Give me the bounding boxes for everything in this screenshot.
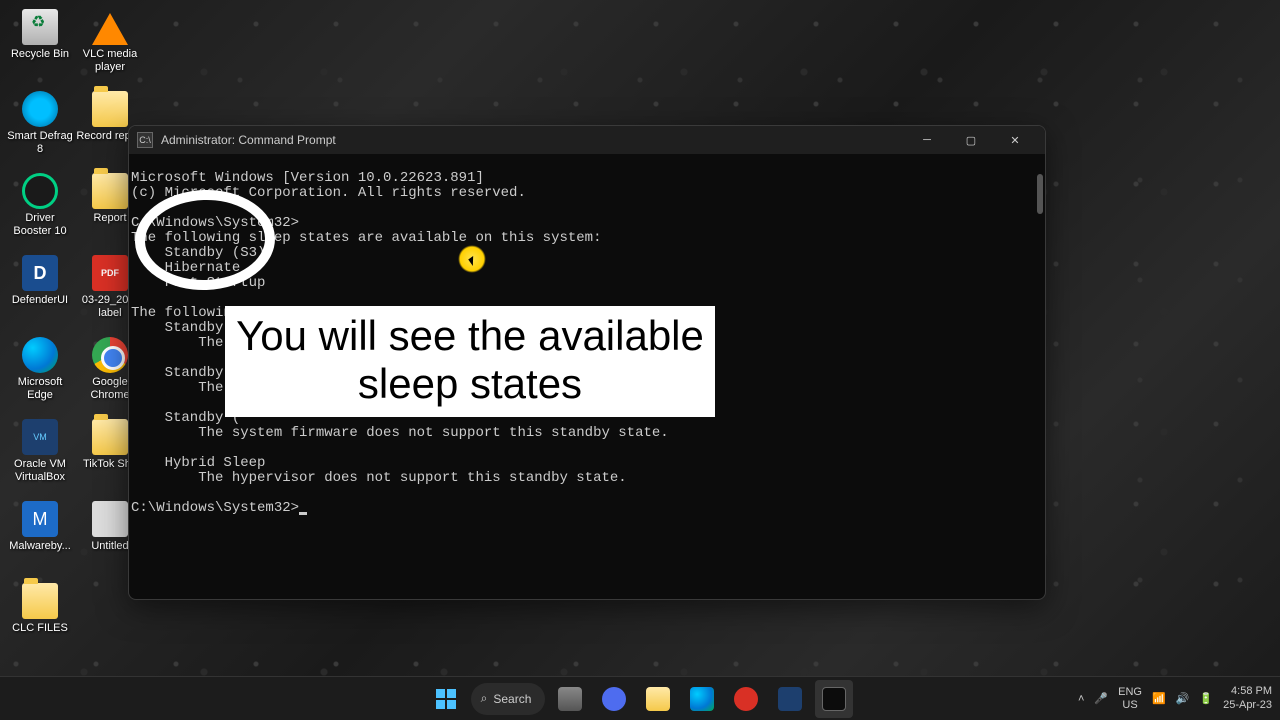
folder-icon xyxy=(92,173,128,209)
cmd-line: The s xyxy=(131,335,240,351)
cursor-highlight-icon xyxy=(458,245,486,273)
cmd-line: Microsoft Windows [Version 10.0.22623.89… xyxy=(131,170,484,186)
terminal-icon: C:\ xyxy=(137,132,153,148)
edge-browser-icon xyxy=(22,337,58,373)
file-icon xyxy=(92,501,128,537)
cmd-line: The s xyxy=(131,380,240,396)
cube-icon: VM xyxy=(22,419,58,455)
battery-icon[interactable]: 🔋 xyxy=(1199,692,1213,705)
defenderui-icon[interactable]: DDefenderUI xyxy=(5,251,75,333)
folder-icon xyxy=(92,91,128,127)
edge-browser-icon xyxy=(690,687,714,711)
cmd-line: C:\Windows\System32> xyxy=(131,500,299,516)
cmd-line: Hibernate xyxy=(131,260,240,276)
cube-icon xyxy=(778,687,802,711)
taskbar-app-booster[interactable] xyxy=(727,680,765,718)
cmd-line: The hypervisor does not support this sta… xyxy=(131,470,627,486)
cmd-titlebar[interactable]: C:\ Administrator: Command Prompt ─ ▢ ✕ xyxy=(129,126,1045,154)
cmd-line: Hybrid Sleep xyxy=(131,455,265,471)
cmd-title: Administrator: Command Prompt xyxy=(161,133,336,147)
desktop: Recycle Bin VLC media player Smart Defra… xyxy=(0,0,1280,720)
bin-icon xyxy=(22,9,58,45)
cmd-line: Standby (S3) xyxy=(131,245,265,261)
maximize-button[interactable]: ▢ xyxy=(949,126,993,154)
cmd-line: Standby ( xyxy=(131,320,240,336)
taskbar-app-cmd[interactable] xyxy=(815,680,853,718)
language-indicator[interactable]: ENG US xyxy=(1118,686,1142,710)
folder-icon xyxy=(22,583,58,619)
clc-folder-icon[interactable]: CLC FILES xyxy=(5,579,75,661)
cone-icon xyxy=(92,9,128,45)
annotation-box: You will see the available sleep states xyxy=(225,306,715,417)
cmd-line: Fast Startup xyxy=(131,275,265,291)
circle-icon xyxy=(22,173,58,209)
virtualbox-icon[interactable]: VMOracle VM VirtualBox xyxy=(5,415,75,497)
cmd-line: C:\Windows\System32> xyxy=(131,215,299,231)
cmd-line: Standby ( xyxy=(131,410,240,426)
chat-icon xyxy=(602,687,626,711)
text-cursor xyxy=(299,512,307,515)
edge-icon[interactable]: Microsoft Edge xyxy=(5,333,75,415)
taskbar[interactable]: ⌕ Search ˄ 🎤 ENG US 📶 🔊 🔋 xyxy=(0,676,1280,720)
cmd-line: The following sleep states are available… xyxy=(131,230,601,246)
folder-icon xyxy=(646,687,670,711)
gear-icon xyxy=(734,687,758,711)
shield-icon: D xyxy=(22,255,58,291)
clock[interactable]: 4:58 PM 25-Apr-23 xyxy=(1223,685,1272,711)
task-view-button[interactable] xyxy=(551,680,589,718)
wifi-icon[interactable]: 📶 xyxy=(1152,692,1166,705)
pdf-icon: PDF xyxy=(92,255,128,291)
malwarebytes-icon[interactable]: MMalwareby... xyxy=(5,497,75,579)
smart-defrag-icon[interactable]: Smart Defrag 8 xyxy=(5,87,75,169)
start-button[interactable] xyxy=(427,680,465,718)
minimize-button[interactable]: ─ xyxy=(905,126,949,154)
cmd-line: (c) Microsoft Corporation. All rights re… xyxy=(131,185,526,201)
taskbar-app-explorer[interactable] xyxy=(639,680,677,718)
folder-icon xyxy=(92,419,128,455)
recycle-bin-icon[interactable]: Recycle Bin xyxy=(5,5,75,87)
driver-booster-icon[interactable]: Driver Booster 10 xyxy=(5,169,75,251)
taskbar-app-vbox[interactable] xyxy=(771,680,809,718)
taskview-icon xyxy=(558,687,582,711)
volume-icon[interactable]: 🔊 xyxy=(1176,692,1190,705)
cmd-line: Standby ( xyxy=(131,365,240,381)
search-icon: ⌕ xyxy=(481,691,488,706)
taskbar-app-edge[interactable] xyxy=(683,680,721,718)
cmd-line: The system firmware does not support thi… xyxy=(131,425,669,441)
chrome-browser-icon xyxy=(92,337,128,373)
terminal-icon xyxy=(822,687,846,711)
app-icon: M xyxy=(22,501,58,537)
taskbar-app-chat[interactable] xyxy=(595,680,633,718)
search-label: Search xyxy=(493,692,531,706)
disc-icon xyxy=(22,91,58,127)
search-box[interactable]: ⌕ Search xyxy=(471,683,546,715)
overflow-button[interactable]: ˄ xyxy=(1078,693,1084,705)
windows-logo-icon xyxy=(436,689,456,709)
vlc-icon[interactable]: VLC media player xyxy=(75,5,145,87)
scrollbar[interactable] xyxy=(1037,174,1043,214)
close-button[interactable]: ✕ xyxy=(993,126,1037,154)
mic-icon[interactable]: 🎤 xyxy=(1094,692,1108,705)
taskbar-center: ⌕ Search xyxy=(427,680,854,718)
tray-icons[interactable]: 🎤 ENG US 📶 🔊 🔋 xyxy=(1094,686,1213,710)
taskbar-tray: ˄ 🎤 ENG US 📶 🔊 🔋 4:58 PM 25-Apr-23 xyxy=(1078,685,1272,711)
